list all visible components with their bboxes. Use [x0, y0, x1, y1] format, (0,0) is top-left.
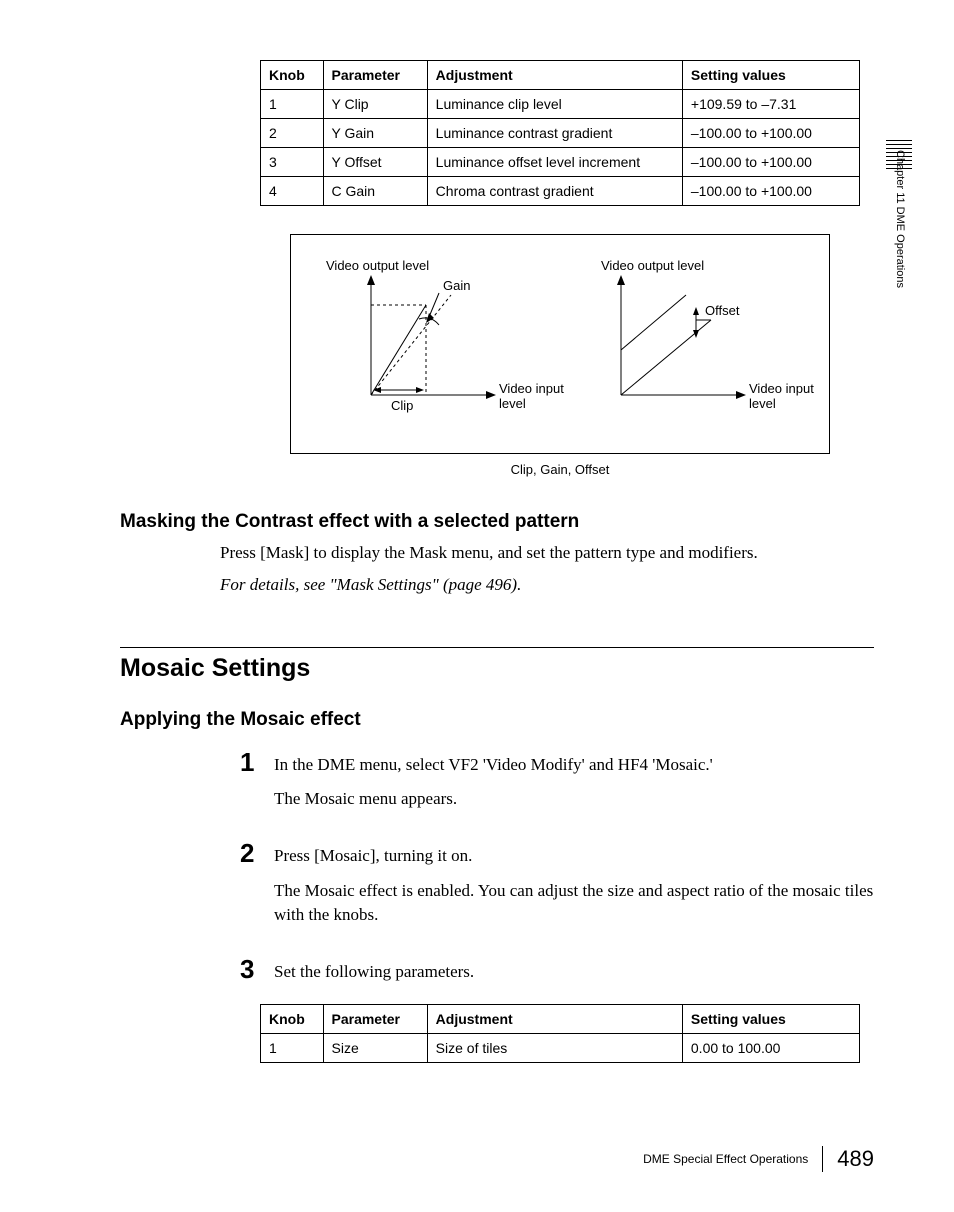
cell: Luminance clip level	[427, 90, 682, 119]
parameter-table-1: Knob Parameter Adjustment Setting values…	[260, 60, 860, 206]
th-parameter: Parameter	[323, 1005, 427, 1034]
cell: Luminance offset level increment	[427, 148, 682, 177]
gain-label: Gain	[443, 278, 470, 293]
step-text: In the DME menu, select VF2 'Video Modif…	[274, 753, 713, 778]
mosaic-heading: Applying the Mosaic effect	[120, 709, 874, 731]
mosaic-title: Mosaic Settings	[120, 647, 874, 683]
right-xlabel2: level	[749, 396, 776, 411]
table-row: 2 Y Gain Luminance contrast gradient –10…	[261, 119, 860, 148]
masking-p1: Press [Mask] to display the Mask menu, a…	[220, 541, 874, 565]
cell: 1	[261, 1034, 324, 1063]
left-ylabel: Video output level	[326, 258, 429, 273]
cell: 3	[261, 148, 324, 177]
cell: C Gain	[323, 177, 427, 206]
right-ylabel: Video output level	[601, 258, 704, 273]
table-row: 4 C Gain Chroma contrast gradient –100.0…	[261, 177, 860, 206]
cell: 1	[261, 90, 324, 119]
cell: Y Offset	[323, 148, 427, 177]
th-setting: Setting values	[682, 61, 859, 90]
clip-label: Clip	[391, 398, 413, 413]
step-text: Set the following parameters.	[274, 960, 474, 985]
cell: +109.59 to –7.31	[682, 90, 859, 119]
step-number: 2	[240, 840, 274, 938]
cell: Y Clip	[323, 90, 427, 119]
step-number: 3	[240, 956, 274, 995]
diagram-svg: Video output level Gain Clip Video input…	[291, 235, 831, 455]
table-row: 1 Size Size of tiles 0.00 to 100.00	[261, 1034, 860, 1063]
page-number: 489	[822, 1146, 874, 1172]
chapter-label: Chapter 11 DME Operations	[894, 150, 906, 288]
table-header-row: Knob Parameter Adjustment Setting values	[261, 61, 860, 90]
step-text: The Mosaic effect is enabled. You can ad…	[274, 879, 874, 928]
th-adjustment: Adjustment	[427, 61, 682, 90]
cell: Size of tiles	[427, 1034, 682, 1063]
offset-label: Offset	[705, 303, 740, 318]
th-adjustment: Adjustment	[427, 1005, 682, 1034]
table-row: 1 Y Clip Luminance clip level +109.59 to…	[261, 90, 860, 119]
cell: Size	[323, 1034, 427, 1063]
cell: Chroma contrast gradient	[427, 177, 682, 206]
cell: –100.00 to +100.00	[682, 177, 859, 206]
cell: –100.00 to +100.00	[682, 119, 859, 148]
diagram-caption: Clip, Gain, Offset	[290, 462, 830, 477]
step-text: Press [Mosaic], turning it on.	[274, 844, 874, 869]
step-1: 1 In the DME menu, select VF2 'Video Mod…	[240, 749, 874, 822]
step-3: 3 Set the following parameters.	[240, 956, 874, 995]
cell: 2	[261, 119, 324, 148]
left-xlabel2: level	[499, 396, 526, 411]
footer-section: DME Special Effect Operations	[643, 1152, 808, 1166]
left-xlabel1: Video input	[499, 381, 564, 396]
cell: 0.00 to 100.00	[682, 1034, 859, 1063]
cell: –100.00 to +100.00	[682, 148, 859, 177]
step-text: The Mosaic menu appears.	[274, 787, 713, 812]
cell: Y Gain	[323, 119, 427, 148]
th-knob: Knob	[261, 61, 324, 90]
cell: Luminance contrast gradient	[427, 119, 682, 148]
cell: 4	[261, 177, 324, 206]
table-header-row: Knob Parameter Adjustment Setting values	[261, 1005, 860, 1034]
right-xlabel1: Video input	[749, 381, 814, 396]
step-2: 2 Press [Mosaic], turning it on. The Mos…	[240, 840, 874, 938]
clip-gain-offset-diagram: Video output level Gain Clip Video input…	[290, 234, 830, 454]
page-footer: DME Special Effect Operations 489	[643, 1146, 874, 1172]
th-setting: Setting values	[682, 1005, 859, 1034]
th-knob: Knob	[261, 1005, 324, 1034]
masking-p2: For details, see "Mask Settings" (page 4…	[220, 573, 874, 597]
masking-heading: Masking the Contrast effect with a selec…	[120, 511, 874, 533]
step-number: 1	[240, 749, 274, 822]
table-row: 3 Y Offset Luminance offset level increm…	[261, 148, 860, 177]
th-parameter: Parameter	[323, 61, 427, 90]
parameter-table-2: Knob Parameter Adjustment Setting values…	[260, 1004, 860, 1063]
